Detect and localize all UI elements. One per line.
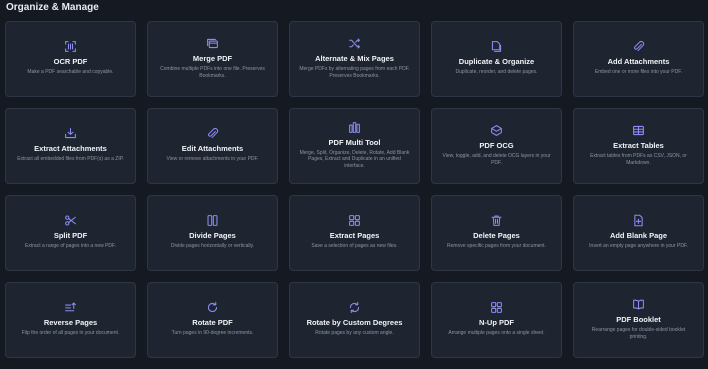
trash-icon [490,214,503,227]
tool-description: Merge, Split, Organize, Delete, Rotate, … [299,150,410,169]
tray-download-icon [64,127,77,140]
tool-card-extract-pages[interactable]: Extract Pages Save a selection of pages … [289,195,420,271]
tool-description: Extract tables from PDFs as CSV, JSON, o… [590,153,687,166]
scissors-icon [64,214,77,227]
tool-title: PDF OCG [479,141,514,151]
tool-card-pdf-booklet[interactable]: PDF Booklet Rearrange pages for double-s… [573,282,704,358]
tool-card-pdf-ocg[interactable]: PDF OCG View, toggle, add, and delete OC… [431,108,562,184]
tool-description: Embed one or more files into your PDF. [594,69,683,76]
tool-card-reverse-pages[interactable]: Reverse Pages Flip the order of all page… [5,282,136,358]
tool-description: Combine multiple PDFs into one file. Pre… [160,66,265,79]
merge-pages-icon [206,37,219,50]
tool-card-split-pdf[interactable]: Split PDF Extract a range of pages into … [5,195,136,271]
paperclip-icon [206,127,219,140]
tool-card-merge-pdf[interactable]: Merge PDF Combine multiple PDFs into one… [147,21,278,97]
tool-title: Extract Attachments [34,144,107,154]
grid-icon [490,301,503,314]
tool-title: Edit Attachments [181,144,244,154]
tool-title: Alternate & Mix Pages [315,54,394,64]
tool-title: OCR PDF [53,57,88,67]
table-icon [632,124,645,137]
rotate-custom-icon [348,301,361,314]
tool-description: Divide pages horizontally or vertically. [170,243,255,250]
tool-card-alternate-mix[interactable]: Alternate & Mix Pages Merge PDFs by alte… [289,21,420,97]
section-title: Organize & Manage [6,2,99,13]
tool-title: Extract Pages [329,231,380,241]
tool-title: Duplicate & Organize [458,57,535,67]
tool-description: Make a PDF searchable and copyable. [27,69,114,76]
tool-description: Flip the order of all pages in your docu… [21,330,120,337]
tool-description: Arrange multiple pages onto a single she… [448,330,545,337]
tool-title: Merge PDF [192,54,233,64]
tools-grid: OCR PDF Make a PDF searchable and copyab… [5,21,708,358]
tool-description: Merge PDFs by alternating pages from eac… [299,66,410,79]
tool-card-add-attachments[interactable]: Add Attachments Embed one or more files … [573,21,704,97]
tool-title: Add Blank Page [609,231,668,241]
tool-card-rotate-custom[interactable]: Rotate by Custom Degrees Rotate pages by… [289,282,420,358]
tool-card-extract-attachments[interactable]: Extract Attachments Extract all embedded… [5,108,136,184]
paperclip-icon [632,40,645,53]
tool-card-ocr-pdf[interactable]: OCR PDF Make a PDF searchable and copyab… [5,21,136,97]
grid-icon [348,214,361,227]
tool-card-divide-pages[interactable]: Divide Pages Divide pages horizontally o… [147,195,278,271]
rotate-icon [206,301,219,314]
tool-description: View, toggle, add, and delete OCG layers… [442,153,551,166]
ocr-scan-icon [64,40,77,53]
tool-card-duplicate-organize[interactable]: Duplicate & Organize Duplicate, reorder,… [431,21,562,97]
tool-card-edit-attachments[interactable]: Edit Attachments View or remove attachme… [147,108,278,184]
tool-card-delete-pages[interactable]: Delete Pages Remove specific pages from … [431,195,562,271]
tool-description: Insert an empty page anywhere in your PD… [589,243,688,250]
tool-description: Rotate pages by any custom angle. [315,330,394,337]
tool-description: Duplicate, reorder, and delete pages. [455,69,538,76]
tool-title: Split PDF [53,231,88,241]
tool-title: Delete Pages [473,231,520,241]
columns-icon [206,214,219,227]
tool-card-pdf-multi-tool[interactable]: PDF Multi Tool Merge, Split, Organize, D… [289,108,420,184]
tool-title: Add Attachments [607,57,670,67]
tool-card-add-blank-page[interactable]: Add Blank Page Insert an empty page anyw… [573,195,704,271]
tool-title: N-Up PDF [479,318,514,328]
tool-title: PDF Booklet [616,315,661,325]
book-open-icon [632,298,645,311]
tool-title: Rotate PDF [192,318,233,328]
layers-icon [490,124,503,137]
tool-card-extract-tables[interactable]: Extract Tables Extract tables from PDFs … [573,108,704,184]
tool-title: Rotate by Custom Degrees [306,318,403,328]
tool-description: Turn pages in 90-degree increments. [171,330,254,337]
tool-description: Remove specific pages from your document… [447,243,546,250]
reverse-order-icon [64,301,77,314]
shuffle-icon [348,37,361,50]
tool-title: Reverse Pages [43,318,98,328]
tool-title: Divide Pages [189,231,236,241]
organize-manage-page: Organize & Manage OCR PDF Make a PDF sea… [0,0,708,369]
file-plus-icon [632,214,645,227]
tool-description: View or remove attachments in your PDF. [166,156,259,163]
tool-description: Save a selection of pages as new files. [311,243,398,250]
tool-description: Extract all embedded files from PDF(s) a… [17,156,124,163]
tool-card-n-up-pdf[interactable]: N-Up PDF Arrange multiple pages onto a s… [431,282,562,358]
tool-card-rotate-pdf[interactable]: Rotate PDF Turn pages in 90-degree incre… [147,282,278,358]
tool-description: Rearrange pages for double-sided booklet… [591,327,686,340]
tool-title: Extract Tables [613,141,664,151]
tool-description: Extract a range of pages into a new PDF. [25,243,116,250]
tool-title: PDF Multi Tool [328,138,381,148]
multi-tool-icon [348,121,361,134]
duplicate-icon [490,40,503,53]
